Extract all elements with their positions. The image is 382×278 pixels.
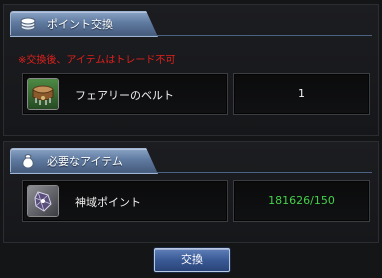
belt-icon	[27, 78, 59, 110]
pouch-icon	[19, 152, 37, 170]
tab-label: 必要なアイテム	[47, 155, 123, 168]
required-items-panel: 必要なアイテム 神域ポイント 181626/150	[3, 141, 379, 243]
required-item-name: 神域ポイント	[75, 196, 141, 209]
tab-divider	[10, 172, 372, 173]
exchange-button[interactable]: 交換	[154, 248, 230, 272]
required-amount: 181626/150	[268, 194, 335, 207]
shard-icon	[27, 185, 59, 217]
trade-warning-text: ※交換後、アイテムはトレード不可	[18, 55, 176, 66]
required-items-tab: 必要なアイテム	[10, 148, 158, 174]
exchange-item-cell[interactable]: フェアリーのベルト	[22, 73, 228, 115]
tab-label: ポイント交換	[47, 18, 113, 31]
required-amount-cell: 181626/150	[233, 180, 370, 222]
exchange-quantity: 1	[298, 87, 305, 100]
point-exchange-tab: ポイント交換	[10, 11, 158, 37]
required-item-cell[interactable]: 神域ポイント	[22, 180, 228, 222]
coins-icon	[19, 15, 37, 33]
tab-divider	[10, 35, 372, 36]
point-exchange-panel: ポイント交換 ※交換後、アイテムはトレード不可 フェアリーのベルト 1	[3, 4, 379, 136]
exchange-item-name: フェアリーのベルト	[75, 89, 174, 102]
exchange-quantity-cell: 1	[233, 73, 370, 115]
